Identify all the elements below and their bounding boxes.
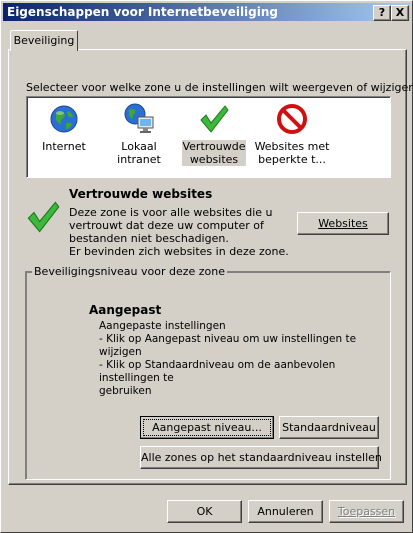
custom-level-button[interactable]: Aangepast niveau... bbox=[140, 416, 274, 439]
checkmark-icon bbox=[25, 199, 61, 235]
apply-button-label: Toepassen bbox=[337, 505, 396, 518]
websites-button[interactable]: Websites bbox=[297, 212, 389, 235]
description-line: bestanden niet beschadigen. bbox=[69, 232, 229, 245]
ok-button[interactable]: OK bbox=[167, 500, 242, 523]
zone-label-line1: Vertrouwde bbox=[182, 140, 246, 153]
websites-button-label: Websites bbox=[318, 217, 368, 230]
zone-item-beperkte-websites[interactable]: Websites met beperkte t... bbox=[252, 103, 332, 166]
default-level-button[interactable]: Standaardniveau bbox=[279, 416, 379, 439]
apply-button[interactable]: Toepassen bbox=[329, 500, 404, 523]
checkmark-icon bbox=[198, 103, 230, 135]
globe-icon bbox=[48, 103, 80, 135]
tab-beveiliging[interactable]: Beveiliging bbox=[10, 30, 78, 51]
close-button[interactable]: X bbox=[391, 5, 409, 21]
zone-label-line2: websites bbox=[189, 153, 239, 166]
zone-prompt: Selecteer voor welke zone u de instellin… bbox=[26, 81, 413, 94]
zone-item-internet[interactable]: Internet bbox=[27, 103, 101, 153]
description-line: gebruiken bbox=[99, 385, 152, 397]
zone-label-beperkte-websites: Websites met beperkte t... bbox=[252, 140, 332, 166]
all-zones-default-button[interactable]: Alle zones op het standaardniveau instel… bbox=[140, 446, 382, 469]
selected-zone-description: Deze zone is voor alle websites die u ve… bbox=[69, 206, 289, 258]
description-line: - Klik op Standaardniveau om de aanbevol… bbox=[99, 359, 336, 384]
cancel-button[interactable]: Annuleren bbox=[248, 500, 323, 523]
security-level-description: Aangepaste instellingen - Klik op Aangep… bbox=[99, 320, 384, 398]
description-line: Aangepaste instellingen bbox=[99, 320, 226, 332]
selected-zone-title: Vertrouwde websites bbox=[69, 187, 213, 201]
zone-item-vertrouwde-websites[interactable]: Vertrouwde websites bbox=[177, 103, 251, 166]
zone-label-line1: Websites met bbox=[254, 140, 330, 153]
zone-label-internet: Internet bbox=[42, 140, 86, 153]
zone-item-lokaal-intranet[interactable]: Lokaal intranet bbox=[102, 103, 176, 166]
zone-list: Internet Lokaal intranet Vertrouwde webs… bbox=[26, 96, 391, 178]
description-line: - Klik op Aangepast niveau om uw instell… bbox=[99, 333, 357, 358]
security-level-group-label: Beveiligingsniveau voor deze zone bbox=[32, 265, 228, 278]
zone-label-lokaal-intranet: Lokaal intranet bbox=[117, 140, 161, 166]
no-entry-icon bbox=[276, 103, 308, 135]
dialog-window: Eigenschappen voor Internetbeveiliging ?… bbox=[0, 0, 413, 533]
description-line: vertrouwt dat deze uw computer of bbox=[69, 219, 264, 232]
zone-label-line2: beperkte t... bbox=[258, 153, 326, 166]
intranet-globe-monitor-icon bbox=[123, 103, 155, 135]
description-line: Er bevinden zich websites in deze zone. bbox=[69, 245, 289, 258]
title-bar[interactable]: Eigenschappen voor Internetbeveiliging ?… bbox=[3, 3, 410, 21]
description-line: Deze zone is voor alle websites die u bbox=[69, 206, 273, 219]
help-button[interactable]: ? bbox=[373, 5, 391, 21]
window-title: Eigenschappen voor Internetbeveiliging bbox=[7, 5, 279, 19]
security-level-title: Aangepast bbox=[89, 303, 162, 317]
zone-label-vertrouwde-websites: Vertrouwde websites bbox=[182, 140, 246, 166]
